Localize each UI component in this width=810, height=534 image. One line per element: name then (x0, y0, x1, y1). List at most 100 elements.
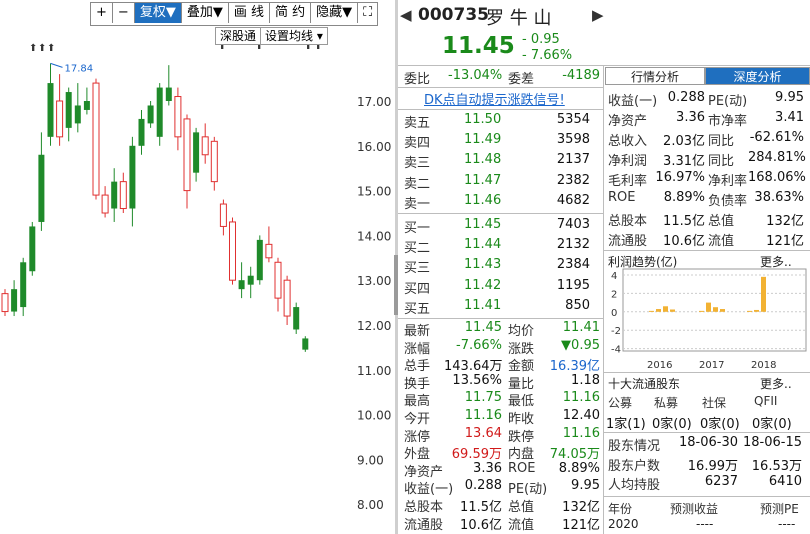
dk-signal-link[interactable]: DK点自动提示涨跌信号! (424, 89, 565, 108)
shengutong-button[interactable]: 深股通 (215, 27, 262, 45)
overlay-dropdown[interactable]: 叠加▼ (182, 3, 229, 23)
buy-level-label: 买五 (404, 301, 431, 317)
quote-label: 涨跌 (508, 341, 535, 357)
candle-body (111, 181, 118, 209)
sell-level-price: 11.46 (464, 192, 502, 208)
deep-value: 9.95 (775, 90, 804, 105)
profit-bar (713, 307, 718, 312)
forecast-pe-header: 预测PE (760, 502, 799, 516)
candle-body (38, 154, 45, 222)
quote-value: 9.95 (571, 478, 600, 494)
holder-stat-value: 6410 (768, 474, 802, 489)
forecast-eps: ---- (696, 517, 714, 531)
kline-chart-area[interactable]: 17.00 16.00 15.00 14.00 13.00 12.00 11.00 10.00… (0, 0, 395, 534)
tab-market-analysis[interactable]: 行情分析 (605, 67, 705, 85)
profit-x-tick: 2017 (699, 360, 724, 370)
candle-body (283, 279, 291, 317)
dropdown-arrow-icon: ▼ (212, 5, 223, 20)
profit-x-tick: 2018 (751, 360, 776, 370)
candle-body (229, 221, 236, 281)
buy-level-volume: 850 (565, 297, 590, 313)
sell-level-volume: 5354 (556, 112, 590, 127)
sell-level-price: 11.49 (464, 132, 502, 148)
quote-label: 均价 (508, 324, 535, 339)
zoom-out-button[interactable]: − (113, 3, 135, 23)
deep-value: 121亿 (766, 234, 804, 249)
candle-body (101, 194, 109, 214)
hide-dropdown[interactable]: 隐藏▼ (311, 3, 359, 23)
candle-body (29, 226, 36, 272)
ma-setting-label: 设置均线 (265, 29, 314, 43)
divider (398, 318, 603, 319)
deep-value: 168.06% (748, 170, 806, 185)
profit-bar (754, 309, 759, 312)
quote-value: 13.56% (452, 372, 502, 388)
buy-level-volume: 7403 (556, 217, 590, 232)
buy-level-price: 11.45 (464, 217, 502, 232)
quote-value: 1.18 (571, 372, 600, 388)
tab-deep-analysis[interactable]: 深度分析 (705, 67, 810, 85)
holder-stat-label: 人均持股 (608, 478, 661, 493)
y-axis-tick-label: 15.00 (357, 185, 391, 199)
quote-label: 涨幅 (404, 341, 431, 357)
ma-setting-dropdown[interactable]: 设置均线 ▾ (260, 27, 328, 45)
price-change: - 0.95 (522, 32, 560, 47)
deep-value: 16.97% (655, 170, 705, 185)
quote-value: 16.39亿 (549, 359, 600, 375)
quote-label: 流值 (508, 517, 535, 533)
prev-stock-arrow-icon[interactable]: ◀ (400, 6, 412, 24)
fuquan-dropdown[interactable]: 复权▼ (134, 3, 182, 23)
holders-more-link[interactable]: 更多.. (760, 375, 792, 392)
simple-button[interactable]: 简 约 (270, 3, 312, 23)
dropdown-arrow-icon: ▼ (342, 5, 353, 20)
forecast-year-header: 年份 (608, 502, 633, 516)
zoom-in-button[interactable]: + (91, 3, 113, 23)
quote-label: 涨停 (404, 429, 431, 445)
candle-body (165, 87, 172, 101)
profit-bar (649, 310, 654, 312)
profit-bar (656, 309, 661, 312)
profit-y-tick: 4 (611, 271, 617, 282)
quote-label: 昨收 (508, 412, 535, 427)
quote-label: 换手 (404, 376, 431, 392)
buy-level-price: 11.42 (464, 277, 502, 293)
holder-type-header: 公募 (608, 396, 633, 410)
candle-body (274, 261, 282, 299)
candle-body (256, 239, 263, 281)
kline-chart[interactable]: 17.00 16.00 15.00 14.00 13.00 12.00 11.00 10.00… (0, 0, 395, 534)
draw-line-button[interactable]: 画 线 (229, 3, 270, 23)
candle-body (193, 132, 200, 173)
sell-level-label: 卖二 (404, 176, 431, 192)
fullscreen-icon[interactable]: ⛶ (358, 3, 377, 23)
profit-bar (663, 306, 668, 312)
quote-value: 11.16 (562, 425, 600, 441)
quote-panel: ◀ 000735 罗 牛 山 ▶ 11.45 - 0.95 - 7.66% 委比… (398, 0, 810, 534)
candle-body (138, 118, 145, 146)
high-annotation-line (50, 62, 63, 68)
signal-arrow-icon: ⬆ (29, 43, 37, 54)
quote-label: 量比 (508, 376, 535, 392)
quote-label: 金额 (508, 359, 535, 375)
quote-label: 总股本 (404, 500, 444, 515)
deep-value: 284.81% (748, 150, 806, 165)
candle-body (210, 140, 218, 183)
next-stock-arrow-icon[interactable]: ▶ (592, 6, 604, 24)
profit-bar (747, 310, 752, 312)
quote-value: 143.64万 (444, 359, 503, 375)
divider (398, 65, 810, 66)
deep-label: ROE (608, 190, 636, 205)
y-axis-tick-label: 14.00 (357, 229, 391, 243)
holder-stat-value: 18-06-15 (742, 435, 802, 450)
holder-stat-label: 股东情况 (608, 439, 661, 454)
candle-body (219, 203, 227, 227)
buy-level-volume: 1195 (556, 277, 590, 293)
candle-body (119, 181, 127, 210)
candle-body (183, 118, 191, 192)
candle-body (201, 136, 209, 156)
buy-level-volume: 2384 (556, 257, 590, 273)
divider (398, 109, 603, 110)
profit-bar (670, 309, 675, 312)
deep-value: 10.6亿 (663, 234, 705, 249)
candle-body (174, 96, 182, 138)
profit-y-tick: -2 (611, 326, 621, 337)
